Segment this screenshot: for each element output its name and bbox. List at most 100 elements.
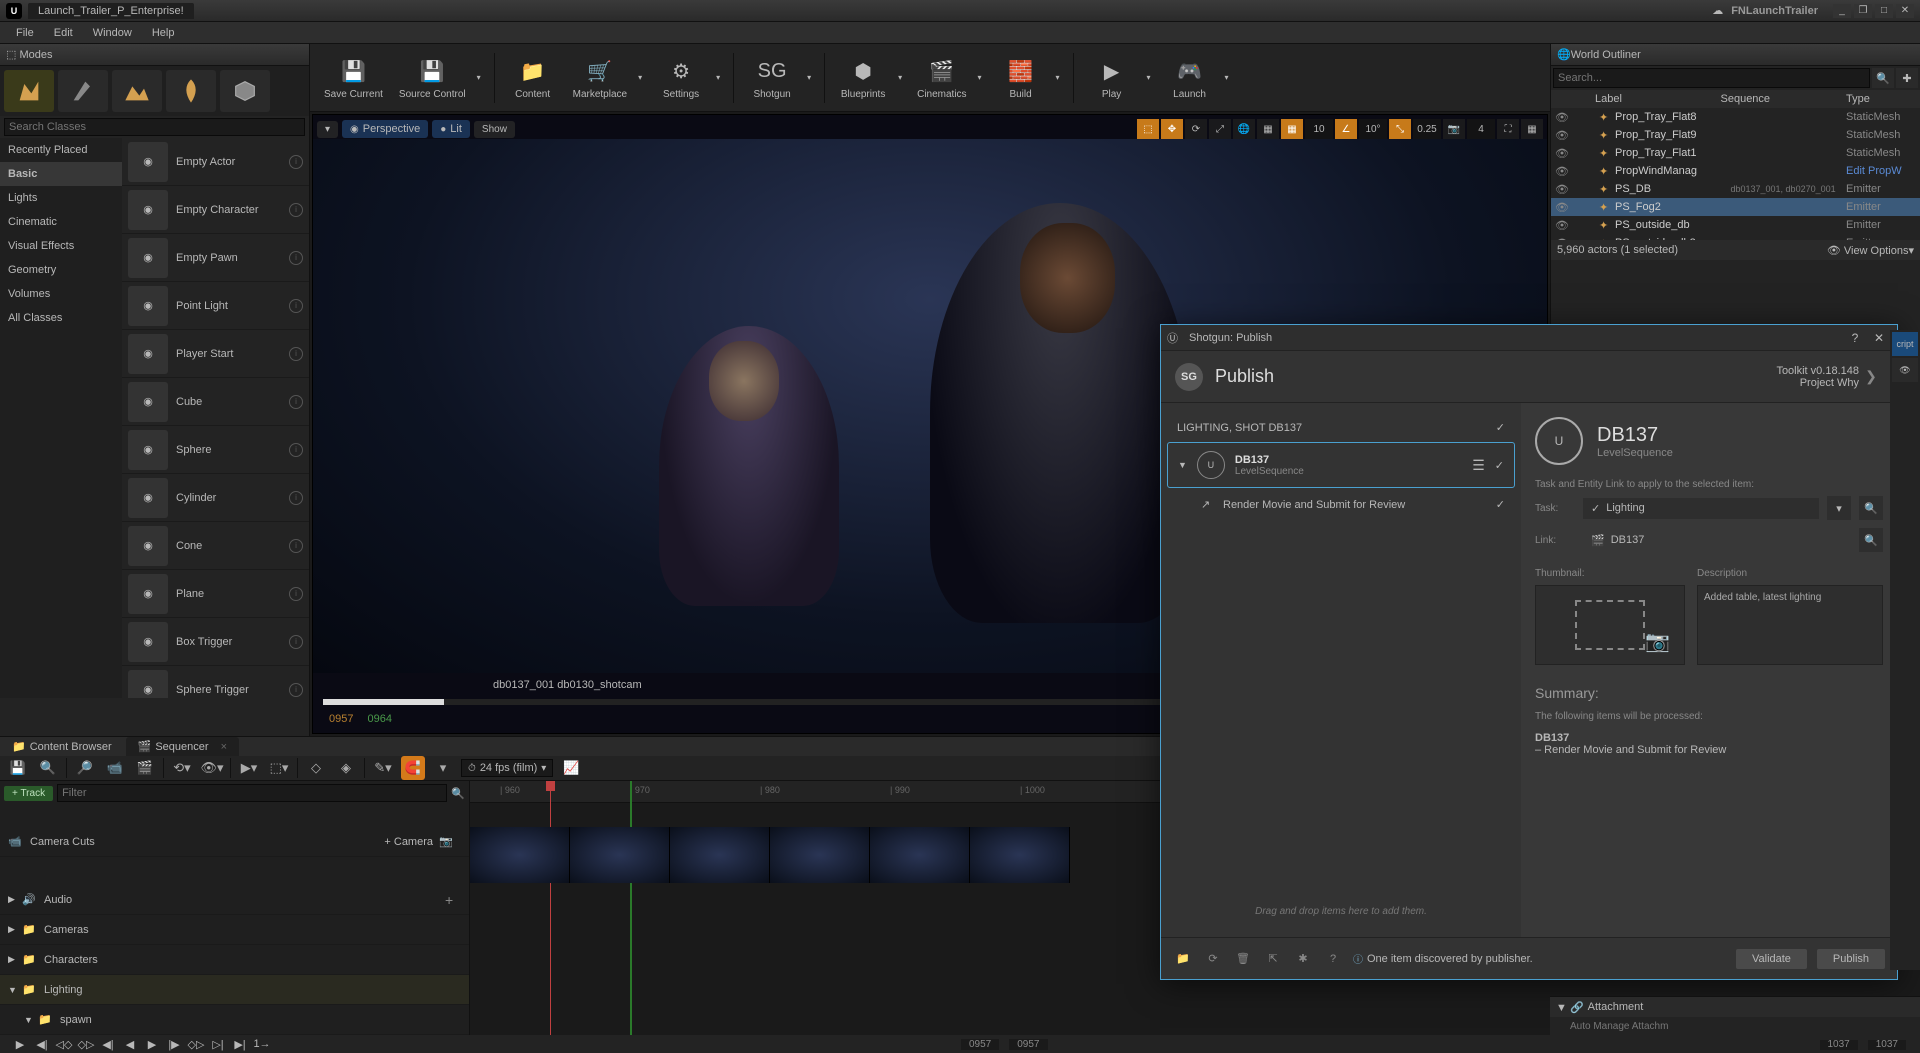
col-label[interactable]: Label [1595, 93, 1721, 105]
vp-perspective[interactable]: ◉ Perspective [342, 120, 428, 138]
visibility-icon[interactable]: 👁 [1555, 219, 1575, 232]
vp-angle-snap[interactable]: ∠ [1335, 119, 1357, 139]
tab-details[interactable]: 👁 [1892, 358, 1918, 382]
toolbar-dropdown[interactable]: ▾ [472, 48, 486, 108]
bt-frame-c[interactable]: 1037 [1820, 1039, 1858, 1050]
bt-frame-d[interactable]: 1037 [1868, 1039, 1906, 1050]
fps-selector[interactable]: ⏱ 24 fps (film) ▾ [461, 759, 553, 777]
actor-sphere[interactable]: ◉Spherei [122, 426, 309, 474]
info-icon[interactable]: i [289, 203, 303, 217]
mode-geometry[interactable] [220, 70, 270, 112]
outliner-row[interactable]: 👁✦Prop_Tray_Flat9StaticMesh [1551, 126, 1920, 144]
foot-refresh[interactable]: ⟳ [1203, 949, 1223, 969]
info-icon[interactable]: i [289, 347, 303, 361]
vp-lit[interactable]: ● Lit [432, 120, 470, 138]
vp-coord[interactable]: 🌐 [1233, 119, 1255, 139]
camera-capture-icon[interactable]: 📷 [1645, 629, 1670, 654]
col-type[interactable]: Type [1846, 93, 1916, 105]
vp-camera-speed[interactable]: 📷 [1443, 119, 1465, 139]
toolbar-launch[interactable]: 🎮Launch [1160, 48, 1220, 108]
actor-cube[interactable]: ◉Cubei [122, 378, 309, 426]
vp-menu[interactable]: ▾ [317, 121, 338, 138]
minimize-button[interactable]: _ [1833, 4, 1851, 18]
seq-view[interactable]: 👁▾ [200, 756, 224, 780]
seq-curve-editor[interactable]: 📈 [559, 756, 583, 780]
visibility-icon[interactable]: 👁 [1555, 165, 1575, 178]
link-field[interactable]: 🎬 DB137 [1583, 530, 1851, 551]
toolbar-settings[interactable]: ⚙Settings [651, 48, 711, 108]
bt-frame-a[interactable]: 0957 [961, 1039, 999, 1050]
actor-player-start[interactable]: ◉Player Starti [122, 330, 309, 378]
vp-translate[interactable]: ✥ [1161, 119, 1183, 139]
item-menu[interactable]: ☰ [1472, 457, 1485, 474]
actor-plane[interactable]: ◉Planei [122, 570, 309, 618]
attachment-header[interactable]: ▼ 🔗 Attachment [1550, 997, 1920, 1017]
add-camera-btn[interactable]: + Camera [384, 836, 433, 848]
seq-find[interactable]: 🔎 [73, 756, 97, 780]
toolbar-dropdown[interactable]: ▾ [1142, 48, 1156, 108]
toolbar-dropdown[interactable]: ▾ [633, 48, 647, 108]
add-track-button[interactable]: + Track [4, 786, 53, 801]
cat-geometry[interactable]: Geometry [0, 258, 122, 282]
item-expand[interactable]: ▼ [1178, 460, 1187, 470]
outliner-row[interactable]: 👁✦PS_outside_dbEmitter [1551, 216, 1920, 234]
bt-prev-sub[interactable]: ◁◇ [54, 1035, 74, 1053]
info-icon[interactable]: i [289, 491, 303, 505]
outliner-row[interactable]: 👁✦PropWindManagEdit PropW [1551, 162, 1920, 180]
toolbar-dropdown[interactable]: ▾ [802, 48, 816, 108]
visibility-icon[interactable]: 👁 [1555, 201, 1575, 214]
vp-scale-snap[interactable]: ⤡ [1389, 119, 1411, 139]
foot-new-folder[interactable]: 📁 [1173, 949, 1193, 969]
track-search-icon[interactable]: 🔍 [451, 787, 465, 800]
section-header[interactable]: LIGHTING, SHOT DB137✓ [1161, 413, 1521, 442]
visibility-icon[interactable]: 👁 [1555, 129, 1575, 142]
toolbar-blueprints[interactable]: ⬢Blueprints [833, 48, 893, 108]
track-camera-cuts[interactable]: 📹 Camera Cuts + Camera 📷 [0, 827, 469, 857]
toolbar-build[interactable]: 🧱Build [991, 48, 1051, 108]
track-audio[interactable]: ▶🔊Audio+ [0, 885, 469, 915]
bt-prev-frame[interactable]: ◇▷ [76, 1035, 96, 1053]
description-input[interactable]: Added table, latest lighting [1697, 585, 1883, 665]
vp-grid-snap[interactable]: ▦ [1281, 119, 1303, 139]
foot-help[interactable]: ? [1323, 949, 1343, 969]
toolbar-source-control[interactable]: 💾Source Control [393, 48, 472, 108]
info-icon[interactable]: i [289, 395, 303, 409]
outliner-search-btn[interactable]: 🔍 [1872, 68, 1894, 88]
mode-place[interactable] [4, 70, 54, 112]
seq-key[interactable]: ◇ [304, 756, 328, 780]
bt-next-key[interactable]: ▷| [208, 1035, 228, 1053]
seq-undo[interactable]: ⟲▾ [170, 756, 194, 780]
tab-script[interactable]: cript [1892, 332, 1918, 356]
close-button[interactable]: ✕ [1896, 4, 1914, 18]
restore-button[interactable]: ❐ [1854, 4, 1872, 18]
toolbar-cinematics[interactable]: 🎬Cinematics [911, 48, 972, 108]
track-characters[interactable]: ▶📁Characters [0, 945, 469, 975]
tab-content-browser[interactable]: 📁 Content Browser [0, 737, 124, 756]
outliner-row[interactable]: 👁✦PS_DBdb0137_001, db0270_001Emitter [1551, 180, 1920, 198]
seq-snap[interactable]: 🧲 [401, 756, 425, 780]
task-field[interactable]: ✓ Lighting [1583, 498, 1819, 519]
toolbar-dropdown[interactable]: ▾ [893, 48, 907, 108]
outliner-row[interactable]: 👁✦Prop_Tray_Flat8StaticMesh [1551, 108, 1920, 126]
seq-snap-opts[interactable]: ▾ [431, 756, 455, 780]
vp-layout[interactable]: ▦ [1521, 119, 1543, 139]
track-cameras[interactable]: ▶📁Cameras [0, 915, 469, 945]
actor-box-trigger[interactable]: ◉Box Triggeri [122, 618, 309, 666]
vp-speed-val[interactable]: 4 [1467, 119, 1495, 139]
vp-scale[interactable]: ⤢ [1209, 119, 1231, 139]
cat-volumes[interactable]: Volumes [0, 282, 122, 306]
outliner-search-input[interactable] [1553, 68, 1870, 88]
outliner-row[interactable]: 👁✦PS_Fog2Emitter [1551, 198, 1920, 216]
track-filter-input[interactable] [57, 784, 447, 802]
seq-play[interactable]: ▶▾ [237, 756, 261, 780]
vp-maximize[interactable]: ⛶ [1497, 119, 1519, 139]
actor-sphere-trigger[interactable]: ◉Sphere Triggeri [122, 666, 309, 698]
toolbar-dropdown[interactable]: ▾ [1220, 48, 1234, 108]
track-spawn[interactable]: ▼📁spawn [0, 1005, 469, 1035]
sync-icon[interactable]: ☁ [1712, 4, 1723, 17]
bt-step-back[interactable]: ◀| [98, 1035, 118, 1053]
bt-next-sub[interactable]: ◇▷ [186, 1035, 206, 1053]
toolbar-save-current[interactable]: 💾Save Current [318, 48, 389, 108]
actor-empty-pawn[interactable]: ◉Empty Pawni [122, 234, 309, 282]
cat-lights[interactable]: Lights [0, 186, 122, 210]
